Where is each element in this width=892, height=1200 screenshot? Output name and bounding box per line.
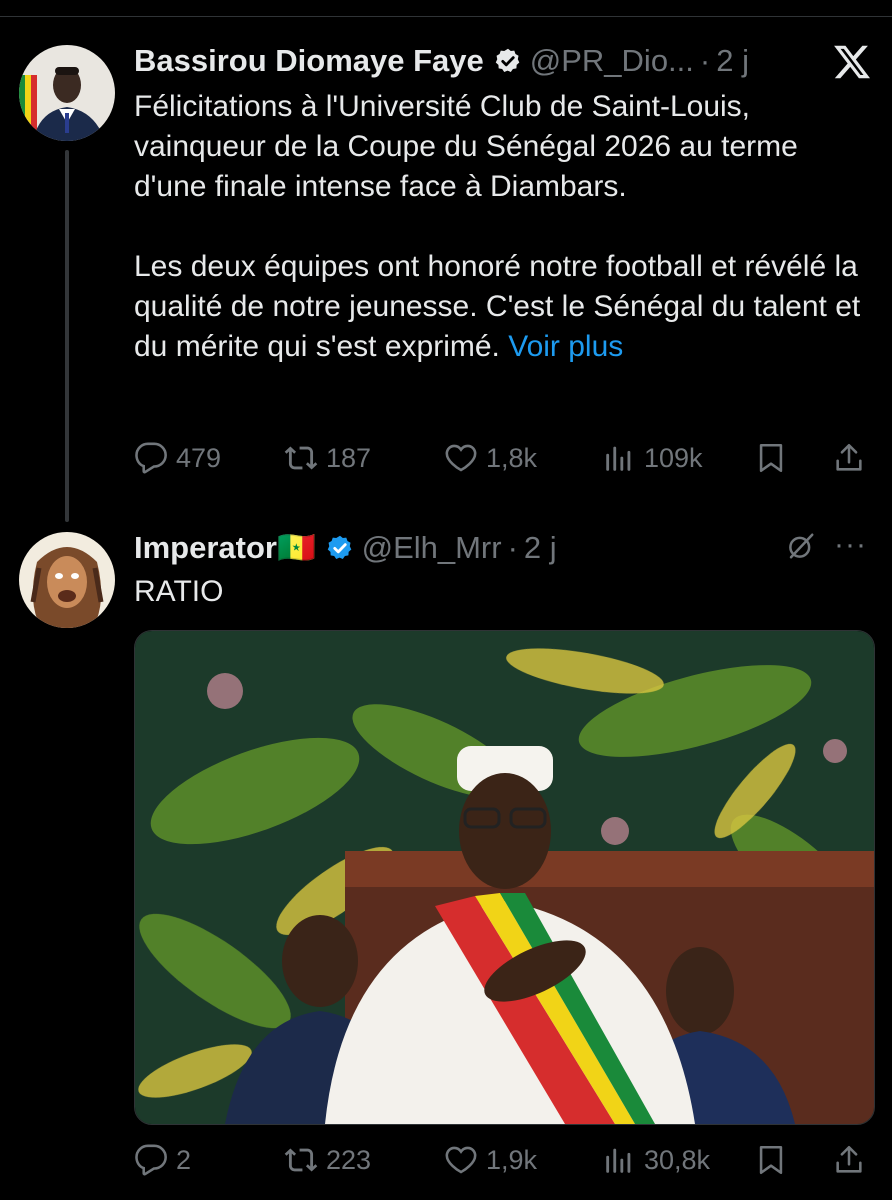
reply-button[interactable]: 2 bbox=[134, 1140, 191, 1180]
tweet-paragraph: Les deux équipes ont honoré notre footba… bbox=[134, 247, 874, 367]
author-name[interactable]: Imperator🇸🇳 bbox=[134, 530, 316, 566]
x-logo-icon[interactable] bbox=[832, 42, 872, 82]
share-button[interactable] bbox=[832, 438, 874, 478]
share-icon bbox=[836, 443, 862, 471]
tweet-header: Imperator🇸🇳 @Elh_Mrr · 2 j bbox=[134, 530, 557, 566]
repost-button[interactable]: 223 bbox=[284, 1140, 371, 1180]
author-name[interactable]: Bassirou Diomaye Faye bbox=[134, 43, 484, 79]
reply-button[interactable]: 479 bbox=[134, 438, 221, 478]
tweet-header: Bassirou Diomaye Faye @PR_Dio... · 2 j bbox=[134, 43, 749, 79]
repost-count: 187 bbox=[326, 442, 372, 473]
author-handle[interactable]: @PR_Dio... bbox=[530, 43, 694, 79]
author-handle[interactable]: @Elh_Mrr bbox=[362, 530, 502, 566]
reply-count: 479 bbox=[176, 442, 222, 473]
verified-badge-icon bbox=[327, 535, 351, 559]
share-button[interactable] bbox=[832, 1140, 874, 1180]
like-button[interactable]: 1,9k bbox=[444, 1140, 537, 1180]
grok-icon[interactable] bbox=[786, 531, 816, 561]
separator-dot: · bbox=[507, 530, 518, 565]
avatar[interactable] bbox=[19, 45, 115, 141]
tweet-text: Félicitations à l'Université Club de Sai… bbox=[134, 87, 874, 367]
reply-count: 2 bbox=[176, 1144, 192, 1175]
action-bar: 2 223 1,9k 30,8k bbox=[134, 1140, 872, 1180]
views-button[interactable]: 109k bbox=[602, 438, 703, 478]
tweet-text: RATIO bbox=[134, 572, 874, 612]
bookmark-button[interactable] bbox=[754, 1140, 796, 1180]
share-icon bbox=[836, 1145, 862, 1173]
bookmark-icon bbox=[759, 443, 783, 473]
tweet-media-image[interactable] bbox=[134, 630, 875, 1125]
verified-badge-icon bbox=[495, 48, 520, 72]
more-icon[interactable]: ··· bbox=[834, 530, 874, 560]
tweet-paragraph: Félicitations à l'Université Club de Sai… bbox=[134, 90, 798, 203]
bookmark-icon bbox=[759, 1145, 783, 1175]
top-divider bbox=[0, 16, 892, 17]
like-count: 1,8k bbox=[486, 442, 538, 473]
views-count: 30,8k bbox=[644, 1144, 711, 1175]
avatar[interactable] bbox=[19, 532, 115, 628]
reply-icon bbox=[135, 1144, 167, 1176]
heart-icon bbox=[445, 1146, 477, 1174]
thread-line bbox=[65, 150, 69, 522]
heart-icon bbox=[445, 444, 477, 472]
timestamp[interactable]: 2 j bbox=[716, 43, 749, 79]
repost-count: 223 bbox=[326, 1144, 372, 1175]
show-more-link[interactable]: Voir plus bbox=[508, 330, 623, 363]
bookmark-button[interactable] bbox=[754, 438, 796, 478]
like-button[interactable]: 1,8k bbox=[444, 438, 537, 478]
views-button[interactable]: 30,8k bbox=[602, 1140, 710, 1180]
timestamp[interactable]: 2 j bbox=[524, 530, 557, 566]
repost-icon bbox=[284, 446, 318, 470]
like-count: 1,9k bbox=[486, 1144, 538, 1175]
action-bar: 479 187 1,8k 109k bbox=[134, 438, 872, 478]
views-count: 109k bbox=[644, 442, 703, 473]
views-icon bbox=[606, 1148, 631, 1173]
repost-icon bbox=[284, 1148, 318, 1172]
tweet-paragraph: RATIO bbox=[134, 575, 224, 608]
separator-dot: · bbox=[699, 43, 711, 78]
reply-icon bbox=[135, 442, 167, 474]
views-icon bbox=[606, 446, 631, 471]
tweet-paragraph-text: Les deux équipes ont honoré notre footba… bbox=[134, 250, 861, 363]
repost-button[interactable]: 187 bbox=[284, 438, 371, 478]
